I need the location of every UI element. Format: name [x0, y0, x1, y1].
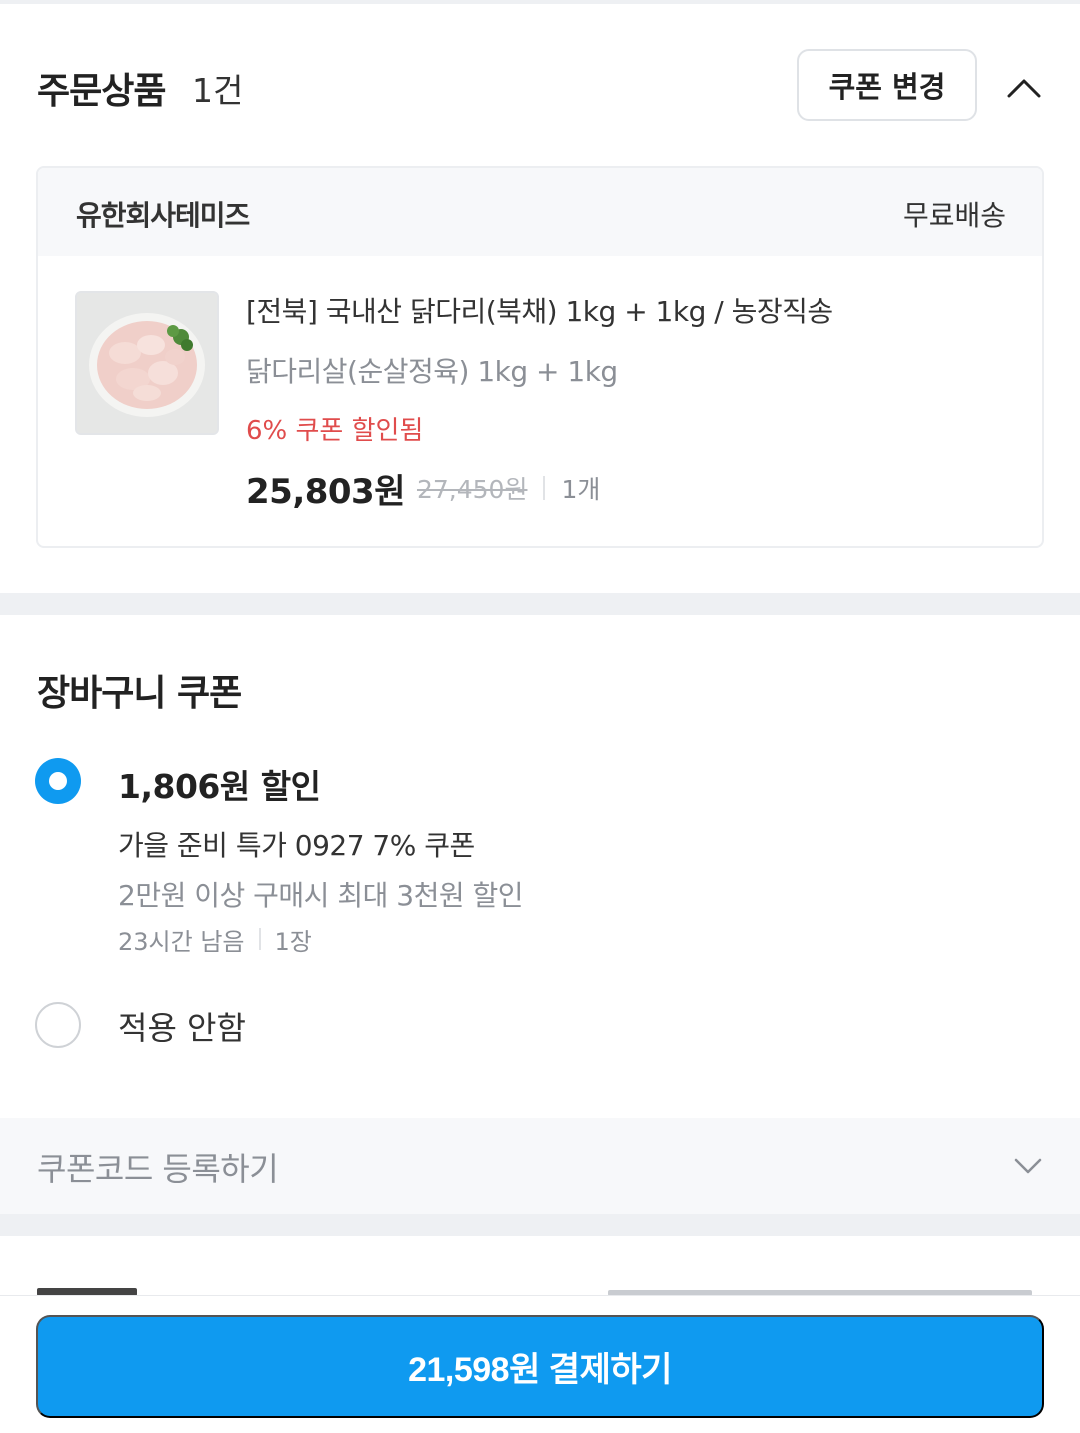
- order-section-title: 주문상품: [37, 71, 166, 112]
- quantity: 1개: [561, 475, 601, 504]
- coupon-name: 가을 준비 특가 0927 7% 쿠폰: [118, 829, 475, 862]
- next-section-peek: [0, 1236, 1080, 1296]
- original-price: 27,450원: [416, 475, 528, 504]
- price-row: 25,803원 27,450원 1개: [246, 464, 600, 512]
- coupon-code-register-label: 쿠폰코드 등록하기: [37, 1150, 279, 1188]
- order-item-count: 1건: [192, 71, 244, 110]
- seller-name: 유한회사테미즈: [76, 199, 250, 232]
- product-thumbnail[interactable]: [75, 291, 219, 435]
- chicken-product-image: [77, 293, 217, 433]
- coupon-meta: 23시간 남음 1장: [118, 922, 312, 956]
- cart-coupon-title: 장바구니 쿠폰: [37, 673, 242, 714]
- coupon-discount-note: 6% 쿠폰 할인됨: [246, 416, 424, 446]
- coupon-remaining-time: 23시간 남음: [118, 927, 245, 956]
- coupon-radio-selected[interactable]: [35, 758, 81, 804]
- top-section-gap: [0, 0, 1080, 4]
- no-coupon-label[interactable]: 적용 안함: [118, 1003, 246, 1049]
- coupon-count: 1장: [274, 927, 312, 956]
- chevron-up-icon: [1007, 79, 1041, 98]
- product-card: 유한회사테미즈 무료배송 [전북] 국내산 닭다리(북채) 1kg + 1kg …: [36, 166, 1044, 548]
- coupon-discount-amount[interactable]: 1,806원 할인: [118, 760, 321, 808]
- divider: [543, 476, 546, 500]
- section-divider: [0, 593, 1080, 615]
- bottom-pay-bar: 21,598원 결제하기: [0, 1295, 1080, 1433]
- product-option: 닭다리살(순살정육) 1kg + 1kg: [246, 355, 618, 388]
- coupon-code-register-row[interactable]: 쿠폰코드 등록하기: [0, 1118, 1080, 1214]
- product-name[interactable]: [전북] 국내산 닭다리(북채) 1kg + 1kg / 농장직송: [246, 290, 833, 330]
- pay-button[interactable]: 21,598원 결제하기: [36, 1315, 1044, 1418]
- coupon-change-button[interactable]: 쿠폰 변경: [797, 49, 977, 121]
- no-coupon-radio[interactable]: [35, 1002, 81, 1048]
- chevron-down-icon: [1014, 1158, 1042, 1174]
- shipping-info: 무료배송: [902, 199, 1006, 232]
- sale-price: 25,803원: [246, 471, 405, 512]
- divider: [258, 928, 261, 950]
- section-divider: [0, 1214, 1080, 1236]
- seller-bar: 유한회사테미즈 무료배송: [38, 168, 1042, 256]
- coupon-condition: 2만원 이상 구매시 최대 3천원 할인: [118, 879, 524, 912]
- order-section-header: 주문상품 1건 쿠폰 변경: [0, 48, 1080, 122]
- collapse-button[interactable]: [1000, 64, 1048, 112]
